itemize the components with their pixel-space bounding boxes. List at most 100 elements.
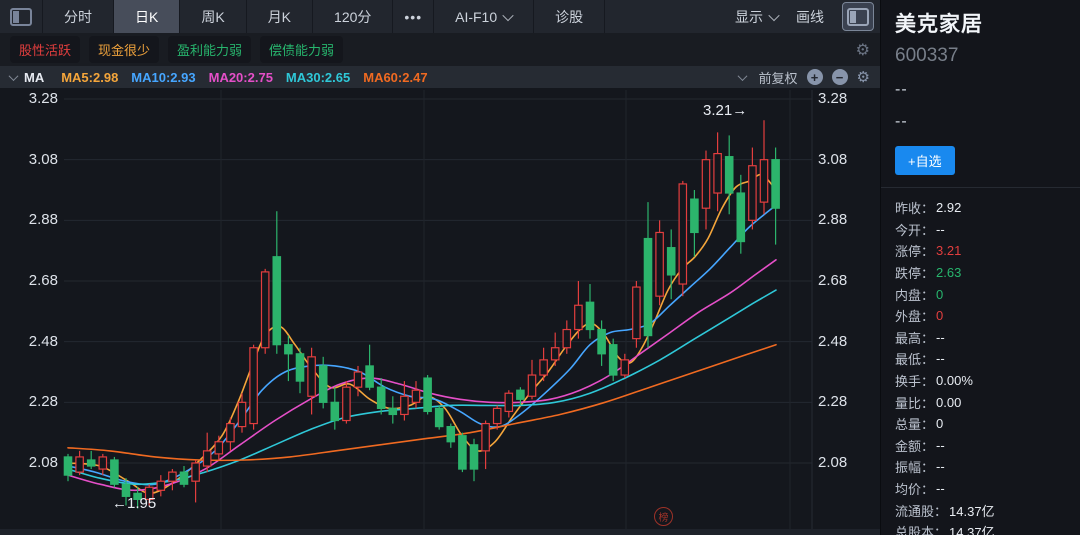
- zoom-out-button[interactable]: −: [832, 69, 848, 85]
- stat-row: 金额：--: [895, 435, 1072, 457]
- y-axis-label: 2.28: [0, 393, 58, 411]
- draw-label: 画线: [796, 7, 824, 27]
- stat-label: 昨收：: [895, 198, 934, 217]
- tab-label: 诊股: [555, 7, 583, 27]
- stock-app-window: 分时日K周K 月K 120分 ••• AI-F10 诊股 显示 画线 股性活跃现金很少盈利…: [0, 0, 1080, 535]
- tab-label: •••: [404, 9, 422, 25]
- period-toolbar: 分时日K周K 月K 120分 ••• AI-F10 诊股 显示 画线: [0, 0, 880, 33]
- stat-row: 量比：0.00: [895, 391, 1072, 413]
- tab-120min[interactable]: 120分: [313, 0, 393, 33]
- current-price: --: [895, 81, 1072, 99]
- stat-row: 涨停：3.21: [895, 240, 1072, 262]
- tab-label: 月K: [268, 7, 291, 27]
- y-axis-label: 2.48: [818, 333, 847, 351]
- stock-code: 600337: [895, 45, 1072, 67]
- collapse-sidebar-button[interactable]: [0, 0, 43, 33]
- stat-value: --: [936, 459, 945, 474]
- stat-row: 外盘：0: [895, 305, 1072, 327]
- stat-label: 最高：: [895, 328, 934, 347]
- indicator-row: MA MA5:2.98MA10:2.93MA20:2.75MA30:2.65MA…: [0, 66, 880, 88]
- draw-line-button[interactable]: 画线: [796, 7, 824, 27]
- stat-row: 最低：--: [895, 348, 1072, 370]
- tab-label: 120分: [334, 7, 371, 27]
- panel-right-icon: [847, 8, 869, 26]
- stat-label: 量比：: [895, 393, 934, 412]
- stat-label: 跌停：: [895, 263, 934, 282]
- stat-row: 今开：--: [895, 219, 1072, 241]
- tab-rik[interactable]: 日K: [114, 0, 180, 33]
- tab-zhengu[interactable]: 诊股: [534, 0, 605, 33]
- stock-tag[interactable]: 现金很少: [89, 36, 159, 63]
- price-annotation: ←1.95: [112, 495, 156, 512]
- stat-label: 总量：: [895, 414, 934, 433]
- stat-label: 最低：: [895, 349, 934, 368]
- chevron-down-icon[interactable]: [9, 71, 19, 81]
- ma-values: MA5:2.98MA10:2.93MA20:2.75MA30:2.65MA60:…: [48, 70, 427, 85]
- tab-zhouk[interactable]: 周K: [180, 0, 246, 33]
- stat-value: 3.21: [936, 243, 961, 258]
- y-axis-label: 2.48: [0, 333, 58, 351]
- stat-value: 2.92: [936, 200, 961, 215]
- candlestick-chart[interactable]: 3.21→←1.95榜 3.283.283.083.082.882.882.68…: [0, 88, 880, 535]
- adjust-mode-label: 前复权: [759, 68, 798, 87]
- stat-value: --: [936, 351, 945, 366]
- stat-label: 振幅：: [895, 457, 934, 476]
- ma-value-undefined: MA5:2.98: [61, 70, 118, 85]
- tab-fenshi[interactable]: 分时: [43, 0, 114, 33]
- stat-label: 涨停：: [895, 241, 934, 260]
- tab-more[interactable]: •••: [393, 0, 434, 33]
- indicator-gear-icon[interactable]: ⚙: [857, 68, 870, 86]
- stat-row: 内盘：0: [895, 283, 1072, 305]
- toolbar-right: 显示 画线: [735, 0, 880, 33]
- stat-value: 0.00: [936, 395, 961, 410]
- stat-value: 0: [936, 287, 943, 302]
- ma-line-MA5: [68, 175, 776, 494]
- quote-stats: 昨收：2.92今开：--涨停：3.21跌停：2.63内盘：0外盘：0最高：--最…: [895, 197, 1072, 535]
- ma-line-MA20: [68, 260, 776, 491]
- price-annotation: 3.21→: [703, 102, 747, 119]
- stat-label: 内盘：: [895, 285, 934, 304]
- chevron-down-icon: [768, 9, 779, 20]
- sidebar-divider: [881, 187, 1080, 188]
- stat-value: --: [936, 330, 945, 345]
- stat-row: 均价：--: [895, 478, 1072, 500]
- display-menu[interactable]: 显示: [735, 7, 778, 27]
- stat-row: 跌停：2.63: [895, 262, 1072, 284]
- y-axis-label: 2.08: [818, 454, 847, 472]
- display-label: 显示: [735, 7, 763, 27]
- y-axis-label: 3.28: [818, 90, 847, 108]
- y-axis-label: 2.68: [0, 272, 58, 290]
- rank-seal-stamp: 榜: [654, 507, 673, 526]
- stat-row: 昨收：2.92: [895, 197, 1072, 219]
- tab-label: AI-F10: [455, 9, 497, 25]
- tab-yuek[interactable]: 月K: [247, 0, 313, 33]
- y-axis-label: 2.88: [0, 211, 58, 229]
- add-watchlist-button[interactable]: +自选: [895, 146, 955, 175]
- indicator-name[interactable]: MA: [24, 70, 44, 85]
- y-axis-label: 2.68: [818, 272, 847, 290]
- stat-value: 0.00%: [936, 373, 973, 388]
- stock-tag[interactable]: 盈利能力弱: [168, 36, 251, 63]
- stat-label: 均价：: [895, 479, 934, 498]
- zoom-in-button[interactable]: +: [807, 69, 823, 85]
- stock-tag[interactable]: 偿债能力弱: [260, 36, 343, 63]
- stat-row: 总量：0: [895, 413, 1072, 435]
- ma-value-undefined: MA60:2.47: [363, 70, 427, 85]
- tagbar-gear-icon[interactable]: ⚙: [856, 40, 870, 60]
- indicator-controls: 前复权 + − ⚙: [739, 68, 870, 87]
- ma-value-undefined: MA10:2.93: [131, 70, 195, 85]
- chevron-down-icon: [737, 71, 747, 81]
- panel-toggle-button[interactable]: [842, 2, 874, 31]
- stock-tag[interactable]: 股性活跃: [10, 36, 80, 63]
- y-axis-label: 2.08: [0, 454, 58, 472]
- chart-panel: 分时日K周K 月K 120分 ••• AI-F10 诊股 显示 画线 股性活跃现金很少盈利…: [0, 0, 880, 535]
- stat-row: 振幅：--: [895, 456, 1072, 478]
- stock-tag-bar: 股性活跃现金很少盈利能力弱偿债能力弱 ⚙: [0, 33, 880, 66]
- tab-ai-f10[interactable]: AI-F10: [434, 0, 534, 33]
- y-axis-label: 2.88: [818, 211, 847, 229]
- stat-label: 金额：: [895, 436, 934, 455]
- stat-value: --: [936, 222, 945, 237]
- stat-label: 今开：: [895, 220, 934, 239]
- panel-left-icon: [10, 8, 32, 26]
- adjust-mode-dropdown[interactable]: 前复权: [739, 68, 798, 87]
